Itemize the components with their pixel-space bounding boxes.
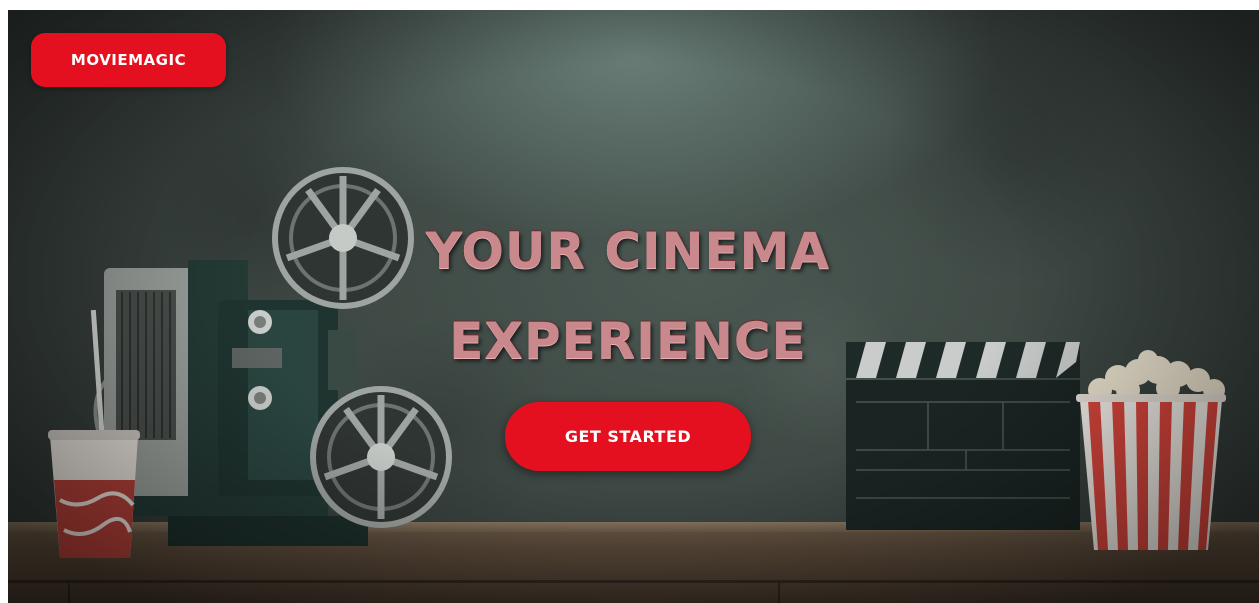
hero-title: YOUR CINEMA EXPERIENCE xyxy=(308,206,948,386)
hero-section: MOVIEMAGIC YOUR CINEMA EXPERIENCE GET ST… xyxy=(8,10,1259,603)
hero-title-line2: EXPERIENCE xyxy=(449,312,807,370)
popcorn-bucket-image xyxy=(1076,350,1226,550)
hero-title-line1: YOUR CINEMA xyxy=(425,222,831,280)
get-started-button[interactable]: GET STARTED xyxy=(505,402,751,471)
brand-logo-button[interactable]: MOVIEMAGIC xyxy=(31,33,226,87)
